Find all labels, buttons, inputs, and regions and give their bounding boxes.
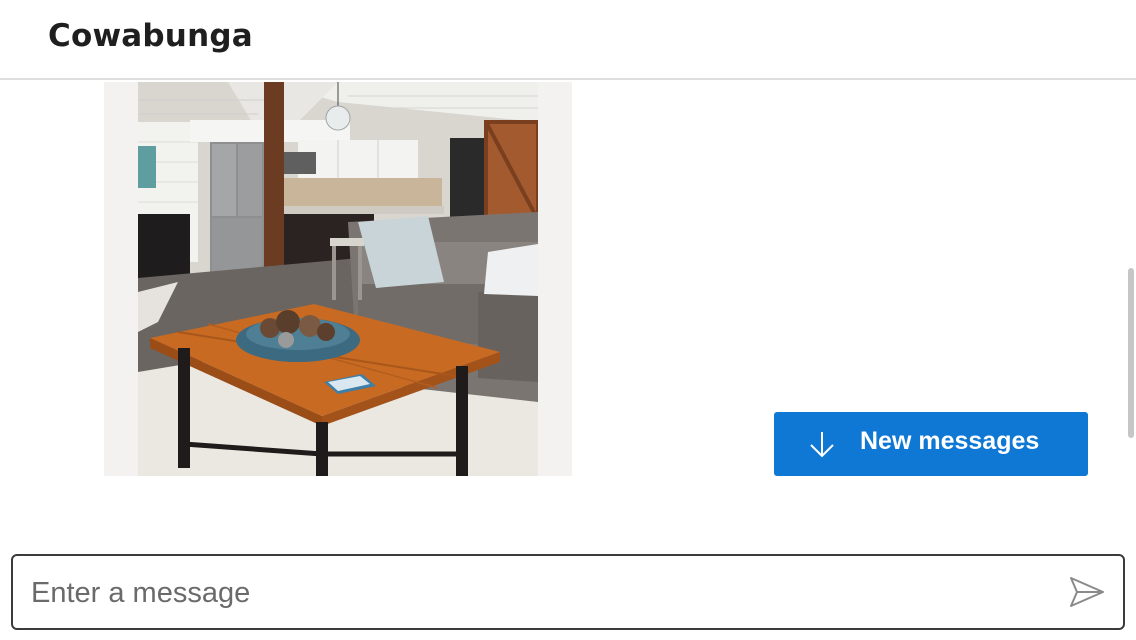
new-messages-button[interactable]: New messages (774, 412, 1088, 476)
send-icon[interactable] (1067, 574, 1107, 610)
chat-title: Cowabunga (48, 18, 253, 54)
compose-box (11, 554, 1125, 630)
image-message[interactable] (104, 82, 572, 476)
new-messages-label: New messages (860, 427, 1040, 455)
arrow-down-icon (810, 432, 834, 458)
shared-photo[interactable] (138, 82, 538, 476)
message-input[interactable] (29, 570, 1033, 616)
chat-window: Cowabunga New messages Enter a message (0, 0, 1136, 640)
scrollbar-thumb[interactable] (1128, 268, 1134, 438)
chat-header: Cowabunga (0, 0, 1136, 80)
